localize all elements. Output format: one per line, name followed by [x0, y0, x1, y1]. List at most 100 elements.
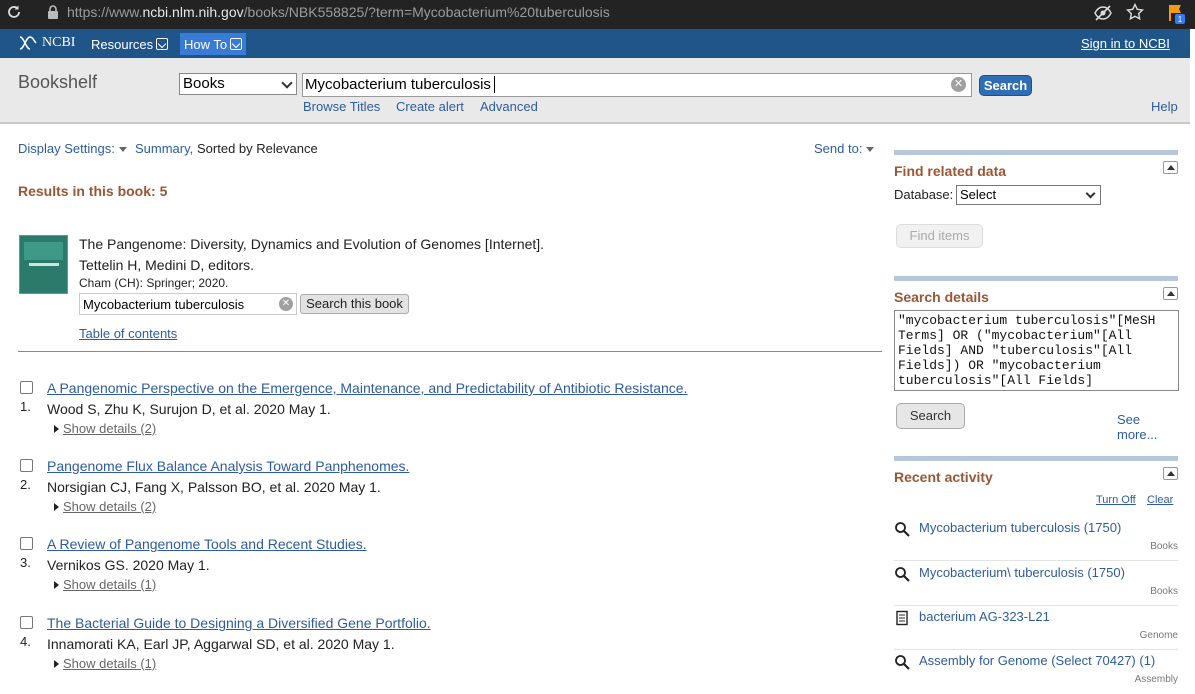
resources-menu-label: Resources — [91, 36, 154, 52]
result-number: 2. — [20, 477, 31, 492]
signin-link[interactable]: Sign in to NCBI — [1081, 36, 1170, 51]
result-item: 4. The Bacterial Guide to Designing a Di… — [0, 610, 880, 688]
show-details-toggle[interactable]: Show details (2) — [54, 499, 156, 514]
recent-activity-item[interactable]: Mycobacterium\ tuberculosis (1750) Books — [894, 562, 1178, 606]
result-checkbox[interactable] — [20, 459, 33, 472]
recent-activity-database: Genome — [1139, 630, 1178, 641]
caret-down-icon — [866, 147, 875, 153]
recent-activity-text: Assembly for Genome (Select 70427) (1) — [919, 653, 1156, 668]
ncbi-logo-text: NCBI — [42, 35, 76, 50]
tracking-protection-icon[interactable] — [1094, 5, 1112, 21]
search-details-panel: Search details "mycobacterium tuberculos… — [894, 276, 1179, 442]
summary-format[interactable]: Summary, — [135, 141, 193, 156]
search-this-book-input[interactable]: Mycobacterium tuberculosis — [79, 293, 297, 315]
sort-order: Sorted by Relevance — [197, 141, 318, 156]
document-icon — [896, 610, 908, 626]
result-title-link[interactable]: A Review of Pangenome Tools and Recent S… — [47, 536, 367, 552]
display-settings-label: Display Settings: — [18, 141, 115, 156]
recent-activity-database: Books — [1150, 541, 1178, 552]
address-bar[interactable]: https://www.ncbi.nlm.nih.gov/books/NBK55… — [67, 4, 610, 20]
recent-activity-text: Mycobacterium tuberculosis (1750) — [919, 520, 1122, 535]
recent-activity-database: Books — [1150, 586, 1178, 597]
result-item: 2. Pangenome Flux Balance Analysis Towar… — [0, 453, 880, 531]
recent-activity-item[interactable]: Mycobacterium tuberculosis (1750) Books — [894, 517, 1178, 561]
find-items-button[interactable]: Find items — [896, 224, 983, 248]
database-select[interactable]: Books — [179, 73, 297, 95]
browse-titles-link[interactable]: Browse Titles — [303, 99, 380, 114]
database-label: Database: — [894, 187, 954, 202]
show-details-toggle[interactable]: Show details (1) — [54, 577, 156, 592]
howto-menu[interactable]: How To — [180, 33, 247, 55]
result-number: 1. — [20, 399, 31, 414]
recent-activity-text: Mycobacterium\ tuberculosis (1750) — [919, 565, 1125, 580]
send-to-menu[interactable]: Send to: — [814, 141, 875, 156]
send-to-label: Send to: — [814, 141, 863, 156]
result-authors: Wood S, Zhu K, Surujon D, et al. 2020 Ma… — [47, 401, 331, 417]
advanced-search-link[interactable]: Advanced — [480, 99, 538, 114]
book-publication: Cham (CH): Springer; 2020. — [79, 276, 229, 290]
result-checkbox[interactable] — [20, 537, 33, 550]
extension-badge-count: 1 — [1178, 15, 1183, 24]
extension-flag-icon[interactable]: 1 — [1167, 3, 1185, 25]
create-alert-link[interactable]: Create alert — [396, 99, 464, 114]
search-details-textarea[interactable]: "mycobacterium tuberculosis"[MeSH Terms]… — [894, 310, 1179, 391]
search-bar: Bookshelf Books Mycobacterium tuberculos… — [0, 58, 1190, 124]
find-related-data-heading: Find related data — [894, 163, 1007, 179]
ncbi-logo[interactable]: NCBI — [18, 35, 75, 51]
find-related-data-panel: Find related data Database: Select Find … — [894, 150, 1178, 250]
result-title-link[interactable]: The Bacterial Guide to Designing a Diver… — [47, 615, 431, 631]
result-number: 3. — [20, 555, 31, 570]
book-editors: Tettelin H, Medini D, editors. — [79, 257, 255, 273]
recent-activity-item[interactable]: bacterium AG-323-L21 Genome — [894, 606, 1178, 650]
show-details-toggle[interactable]: Show details (1) — [54, 656, 156, 671]
collapse-icon[interactable] — [1163, 467, 1178, 480]
recent-activity-item[interactable]: Assembly for Genome (Select 70427) (1) A… — [894, 650, 1178, 694]
recent-activity-database: Assembly — [1134, 674, 1178, 685]
result-title-link[interactable]: Pangenome Flux Balance Analysis Toward P… — [47, 458, 409, 474]
collapse-icon[interactable] — [1163, 287, 1178, 300]
browser-toolbar: https://www.ncbi.nlm.nih.gov/books/NBK55… — [0, 0, 1195, 29]
search-details-button[interactable]: Search — [896, 403, 965, 429]
search-this-book-button[interactable]: Search this book — [300, 294, 409, 314]
lock-icon — [48, 5, 58, 19]
show-details-toggle[interactable]: Show details (2) — [54, 421, 156, 436]
chevron-down-icon — [156, 38, 169, 50]
search-icon — [895, 522, 910, 537]
bookmark-star-icon[interactable] — [1126, 3, 1144, 21]
result-authors: Innamorati KA, Earl JP, Aggarwal SD, et … — [47, 636, 395, 652]
show-details-label: Show details (1) — [63, 577, 157, 592]
result-checkbox[interactable] — [20, 616, 33, 629]
search-input[interactable]: Mycobacterium tuberculosis — [302, 73, 972, 97]
database-title: Bookshelf — [18, 72, 98, 92]
clear-link[interactable]: Clear — [1147, 494, 1173, 506]
search-button[interactable]: Search — [979, 75, 1032, 96]
clear-search-icon[interactable]: ✕ — [951, 77, 966, 92]
search-details-heading: Search details — [894, 289, 989, 305]
search-icon — [895, 567, 910, 582]
main-content: Display Settings: Summary, Sorted by Rel… — [0, 124, 1190, 685]
reload-icon[interactable] — [6, 4, 22, 20]
triangle-right-icon — [54, 425, 59, 433]
result-title-link[interactable]: A Pangenomic Perspective on the Emergenc… — [47, 380, 687, 396]
recent-activity-text: bacterium AG-323-L21 — [919, 609, 1050, 624]
result-checkbox[interactable] — [20, 381, 33, 394]
book-cover-image[interactable] — [19, 235, 68, 294]
related-database-select[interactable]: Select — [956, 185, 1101, 205]
ncbi-header: NCBI Resources How To Sign in to NCBI — [0, 29, 1190, 58]
divider — [18, 351, 882, 352]
display-settings[interactable]: Display Settings: — [18, 141, 127, 156]
recent-activity-heading: Recent activity — [894, 469, 993, 485]
search-icon — [895, 655, 910, 670]
clear-book-search-icon[interactable]: ✕ — [279, 297, 293, 311]
turn-off-link[interactable]: Turn Off — [1096, 494, 1136, 506]
table-of-contents-link[interactable]: Table of contents — [79, 326, 177, 341]
help-link[interactable]: Help — [1151, 99, 1178, 114]
collapse-icon[interactable] — [1163, 161, 1178, 174]
result-authors: Vernikos GS. 2020 May 1. — [47, 557, 210, 573]
result-authors: Norsigian CJ, Fang X, Palsson BO, et al.… — [47, 479, 381, 495]
result-item: 1. A Pangenomic Perspective on the Emerg… — [0, 375, 880, 453]
see-more-link[interactable]: See more... — [1117, 412, 1178, 442]
triangle-right-icon — [54, 581, 59, 589]
results-count-heading: Results in this book: 5 — [18, 183, 168, 199]
resources-menu[interactable]: Resources — [87, 33, 172, 55]
